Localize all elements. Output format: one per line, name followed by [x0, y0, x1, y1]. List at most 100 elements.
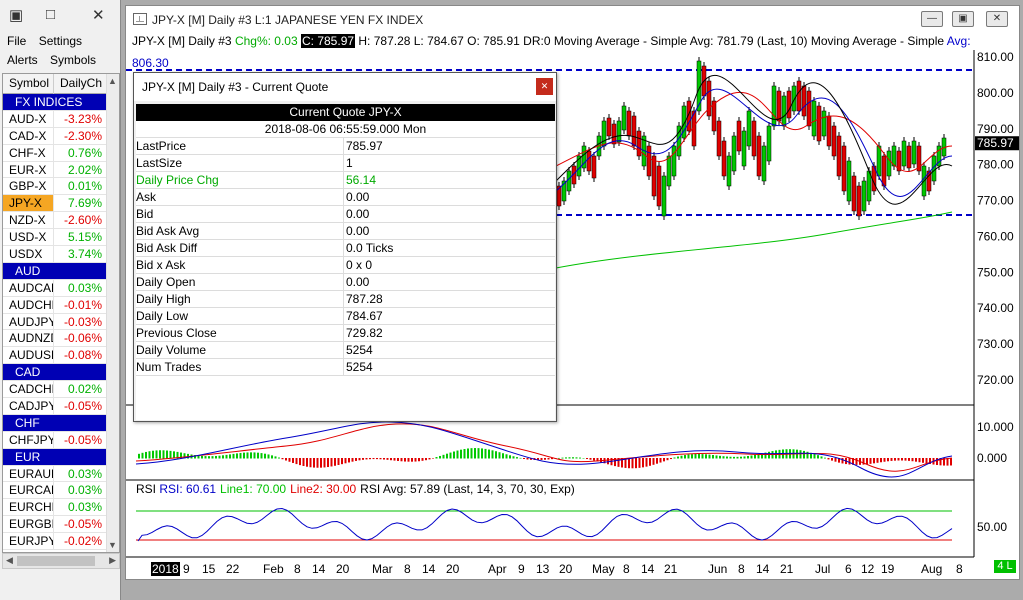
symbol-row[interactable]: AUD-X -3.23%	[3, 110, 119, 128]
date-tick-label: Jul	[815, 562, 831, 576]
symbol-row[interactable]: GBP-X 0.01%	[3, 178, 119, 196]
macd-histogram-bar	[649, 458, 651, 466]
symbol-name: GBP-X	[3, 178, 54, 195]
scroll-down-icon[interactable]: ▼	[108, 540, 117, 550]
symbol-row[interactable]: EURCHF 0.03%	[3, 499, 119, 517]
macd-histogram-bar	[631, 458, 634, 469]
candle-body	[746, 110, 752, 147]
macd-histogram-bar	[253, 452, 256, 459]
symbol-row[interactable]: CHF-X 0.76%	[3, 144, 119, 162]
macd-histogram-bar	[544, 458, 546, 460]
symbol-row[interactable]: AUDCAD 0.03%	[3, 279, 119, 297]
symbol-row[interactable]: EURCAD 0.03%	[3, 482, 119, 500]
menu-row-1: File Settings	[7, 34, 91, 48]
symbol-row[interactable]: EURJPY -0.02%	[3, 533, 119, 551]
symbol-group-header[interactable]: CAD	[3, 364, 119, 382]
quote-key: LastPrice	[136, 138, 344, 154]
symbol-row[interactable]: USD-X 5.15%	[3, 229, 119, 247]
macd-histogram-bar	[372, 458, 375, 460]
column-header-symbol[interactable]: Symbol	[3, 74, 54, 94]
symbol-name: EURJPY	[3, 533, 54, 550]
quote-value: 729.82	[346, 326, 383, 340]
macd-histogram-bar	[281, 458, 284, 460]
candle-body	[851, 175, 857, 212]
symbol-row[interactable]: AUDNZD -0.06%	[3, 330, 119, 348]
symbol-row[interactable]: EURAUD 0.03%	[3, 465, 119, 483]
candle-body	[766, 125, 772, 162]
macd-histogram-bar	[873, 458, 875, 464]
candle-body	[786, 90, 792, 119]
symbol-row[interactable]: JPY-X 7.69%	[3, 195, 119, 213]
symbol-row[interactable]: NZD-X -2.60%	[3, 212, 119, 230]
rsi-info-line2: Line2: 30.00	[290, 482, 356, 496]
symbol-name: EURAUD	[3, 465, 54, 482]
menu-symbols[interactable]: Symbols	[50, 53, 96, 67]
scroll-up-icon[interactable]: ▲	[108, 76, 117, 86]
macd-histogram-bar	[435, 457, 438, 459]
quote-key: Daily Volume	[136, 342, 344, 358]
symbol-row[interactable]: AUDCHF -0.01%	[3, 296, 119, 314]
macd-histogram-bar	[915, 458, 917, 462]
date-tick-label: 9	[183, 562, 190, 576]
rsi-line	[137, 507, 953, 542]
scroll-right-icon[interactable]: ▶	[109, 555, 116, 566]
macd-histogram-bar	[747, 456, 749, 459]
symbol-row[interactable]: AUDJPY -0.03%	[3, 313, 119, 331]
candle-body	[831, 125, 837, 157]
macd-histogram-bar	[362, 458, 364, 460]
symbol-row[interactable]: USDX 3.74%	[3, 246, 119, 263]
scroll-thumb[interactable]	[17, 556, 95, 566]
daily-change: -0.08%	[63, 348, 102, 363]
menu-settings[interactable]: Settings	[39, 34, 82, 48]
symbol-row[interactable]: CHFJPY -0.05%	[3, 431, 119, 449]
quote-key: Bid	[136, 206, 344, 222]
symbol-group-header[interactable]: AUD	[3, 262, 119, 280]
macd-histogram-bar	[463, 448, 466, 459]
symbol-row[interactable]: EURGBP -0.05%	[3, 516, 119, 534]
symbol-row[interactable]: CADCHF 0.02%	[3, 381, 119, 399]
restore-icon[interactable]: ▣	[9, 6, 23, 24]
macd-histogram-bar	[911, 458, 914, 462]
daily-change: -0.05%	[63, 399, 102, 414]
symbol-name: USDX	[3, 246, 54, 262]
candle-body	[881, 155, 887, 187]
symbol-table: Symbol DailyCh FX INDICES AUD-X -3.23% CAD-…	[2, 73, 120, 553]
column-header-daily-change[interactable]: DailyCh	[54, 74, 108, 94]
daily-change: 0.02%	[67, 382, 102, 397]
vertical-scrollbar[interactable]: ▲ ▼	[106, 74, 119, 552]
quote-window-title: JPY-X [M] Daily #3 - Current Quote	[142, 80, 329, 94]
macd-histogram-bar	[876, 458, 879, 463]
symbol-group-header[interactable]: FX INDICES	[3, 94, 119, 111]
symbol-table-header: Symbol DailyCh	[3, 74, 119, 94]
daily-change: -0.02%	[63, 534, 102, 549]
macd-histogram-bar	[652, 458, 655, 465]
symbol-row[interactable]: AUDUSD -0.08%	[3, 347, 119, 365]
date-axis: 2018 9 15 22 Feb 8 14 20 Mar 8 14 20 Apr 9 13 20 May 8 14 2…	[126, 562, 1019, 579]
symbol-row[interactable]: EUR-X 2.02%	[3, 161, 119, 179]
candle-body	[741, 130, 747, 167]
symbol-group-header[interactable]: EUR	[3, 448, 119, 466]
close-icon[interactable]: ✕	[92, 6, 105, 24]
price-tick-label: 720.00	[977, 373, 1014, 387]
symbol-row[interactable]: CADJPY -0.05%	[3, 398, 119, 415]
macd-histogram-bar	[572, 457, 574, 459]
group-label: CHF	[15, 415, 40, 430]
macd-histogram-bar	[211, 456, 214, 459]
menu-file[interactable]: File	[7, 34, 26, 48]
scroll-left-icon[interactable]: ◀	[6, 555, 13, 566]
candle-body	[856, 185, 862, 217]
macd-histogram-bar	[733, 456, 735, 459]
quote-key: LastSize	[136, 155, 344, 171]
quote-close-button[interactable]: ✕	[536, 78, 553, 95]
symbol-row[interactable]: CAD-X -2.30%	[3, 127, 119, 145]
macd-histogram-bar	[351, 458, 354, 462]
candle-body	[661, 175, 667, 217]
symbol-group-header[interactable]: CHF	[3, 414, 119, 432]
macd-histogram-bar	[883, 458, 886, 462]
quote-value: 787.28	[346, 292, 383, 306]
candle-body	[816, 105, 822, 142]
horizontal-scrollbar[interactable]: ◀ ▶	[2, 553, 120, 569]
menu-alerts[interactable]: Alerts	[7, 53, 38, 67]
macd-line	[135, 421, 953, 478]
maximize-icon[interactable]: □	[46, 6, 55, 23]
